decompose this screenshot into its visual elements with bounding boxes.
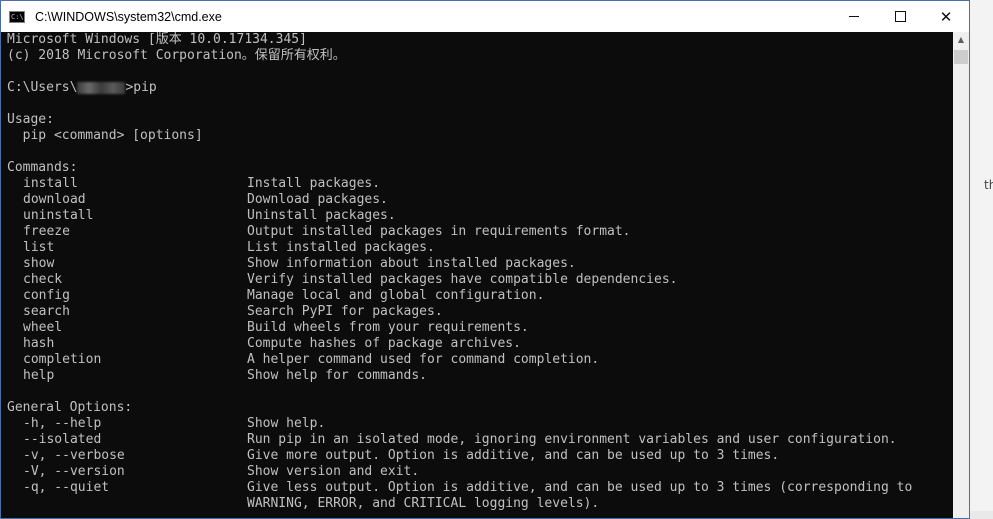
vertical-scrollbar[interactable]: ▲ xyxy=(953,32,969,518)
command-name: freeze xyxy=(23,224,70,239)
option-desc: Run pip in an isolated mode, ignoring en… xyxy=(247,432,897,447)
command-desc: A helper command used for command comple… xyxy=(247,352,600,367)
command-desc: Build wheels from your requirements. xyxy=(247,320,529,335)
option-row: WARNING, ERROR, and CRITICAL logging lev… xyxy=(7,496,955,512)
command-desc: List installed packages. xyxy=(247,240,435,255)
maximize-icon xyxy=(894,11,906,22)
command-name: download xyxy=(23,192,86,207)
command-name: help xyxy=(23,368,55,383)
option-name: -h, --help xyxy=(23,416,102,431)
command-row: help Show help for commands. xyxy=(7,368,955,384)
command-desc: Manage local and global configuration. xyxy=(247,288,545,303)
cmd-app-icon[interactable]: C:\ xyxy=(9,10,25,23)
option-name: -q, --quiet xyxy=(23,480,110,495)
command-desc: Install packages. xyxy=(247,176,381,191)
scrollbar-thumb[interactable] xyxy=(954,50,968,64)
command-desc: Search PyPI for packages. xyxy=(247,304,443,319)
option-row: -q, --quiet Give less output. Option is a… xyxy=(7,480,955,496)
option-desc: Show version and exit. xyxy=(247,464,420,479)
option-desc: Show help. xyxy=(247,416,326,431)
command-row: check Verify installed packages have comp… xyxy=(7,272,955,288)
command-row: hash Compute hashes of package archives. xyxy=(7,336,955,352)
scroll-up-icon[interactable]: ▲ xyxy=(953,32,969,48)
command-name: uninstall xyxy=(23,208,94,223)
option-desc: Give more output. Option is additive, an… xyxy=(247,448,780,463)
console-line: Microsoft Windows [版本 10.0.17134.345] xyxy=(7,32,307,47)
command-row: config Manage local and global configurat… xyxy=(7,288,955,304)
command-row: show Show information about installed pac… xyxy=(7,256,955,272)
cmd-window: C:\ C:\WINDOWS\system32\cmd.exe ✕ Micros… xyxy=(0,0,970,519)
commands-header: Commands: xyxy=(7,160,78,175)
command-name: install xyxy=(23,176,78,191)
title-bar[interactable]: C:\ C:\WINDOWS\system32\cmd.exe ✕ xyxy=(1,1,969,32)
option-name: -v, --verbose xyxy=(23,448,125,463)
command-desc: Uninstall packages. xyxy=(247,208,396,223)
window-title: C:\WINDOWS\system32\cmd.exe xyxy=(35,9,222,24)
command-name: hash xyxy=(23,336,55,351)
prompt-line: C:\Users\ >pip xyxy=(7,80,955,96)
minimize-icon xyxy=(849,16,859,17)
prompt-command: >pip xyxy=(125,80,157,95)
command-name: list xyxy=(23,240,55,255)
redacted-username xyxy=(77,81,126,94)
command-row: search Search PyPI for packages. xyxy=(7,304,955,320)
background-glyph: th xyxy=(984,178,993,192)
command-name: wheel xyxy=(23,320,63,335)
option-row: --isolated Run pip in an isolated mode, i… xyxy=(7,432,955,448)
close-icon: ✕ xyxy=(939,7,953,26)
console-output[interactable]: Microsoft Windows [版本 10.0.17134.345] (c… xyxy=(7,32,955,518)
usage-header: Usage: xyxy=(7,112,54,127)
option-row: -h, --help Show help. xyxy=(7,416,955,432)
command-name: config xyxy=(23,288,70,303)
command-desc: Show help for commands. xyxy=(247,368,428,383)
command-row: install Install packages. xyxy=(7,176,955,192)
options-header: General Options: xyxy=(7,400,133,415)
command-row: uninstall Uninstall packages. xyxy=(7,208,955,224)
command-desc: Compute hashes of package archives. xyxy=(247,336,521,351)
command-row: download Download packages. xyxy=(7,192,955,208)
option-name: --isolated xyxy=(23,432,102,447)
close-button[interactable]: ✕ xyxy=(923,1,969,32)
command-name: check xyxy=(23,272,63,287)
usage-line: pip <command> [options] xyxy=(7,128,203,143)
command-row: completion A helper command used for comm… xyxy=(7,352,955,368)
option-name: -V, --version xyxy=(23,464,125,479)
command-row: wheel Build wheels from your requirements… xyxy=(7,320,955,336)
console-line: (c) 2018 Microsoft Corporation。保留所有权利。 xyxy=(7,48,346,63)
command-name: completion xyxy=(23,352,102,367)
command-row: list List installed packages. xyxy=(7,240,955,256)
command-desc: Download packages. xyxy=(247,192,388,207)
maximize-button[interactable] xyxy=(877,1,923,32)
option-row: -v, --verbose Give more output. Option is… xyxy=(7,448,955,464)
command-row: freeze Output installed packages in requi… xyxy=(7,224,955,240)
command-name: show xyxy=(23,256,55,271)
command-desc: Verify installed packages have compatibl… xyxy=(247,272,678,287)
caption-buttons: ✕ xyxy=(831,1,969,32)
option-row: -V, --version Show version and exit. xyxy=(7,464,955,480)
command-desc: Show information about installed package… xyxy=(247,256,576,271)
minimize-button[interactable] xyxy=(831,1,877,32)
app-icon-label: C:\ xyxy=(11,12,24,21)
background-window: th xyxy=(970,0,993,519)
command-name: search xyxy=(23,304,70,319)
option-desc: WARNING, ERROR, and CRITICAL logging lev… xyxy=(247,496,600,511)
command-desc: Output installed packages in requirement… xyxy=(247,224,631,239)
option-desc: Give less output. Option is additive, an… xyxy=(247,480,913,495)
prompt-prefix: C:\Users\ xyxy=(7,80,78,95)
